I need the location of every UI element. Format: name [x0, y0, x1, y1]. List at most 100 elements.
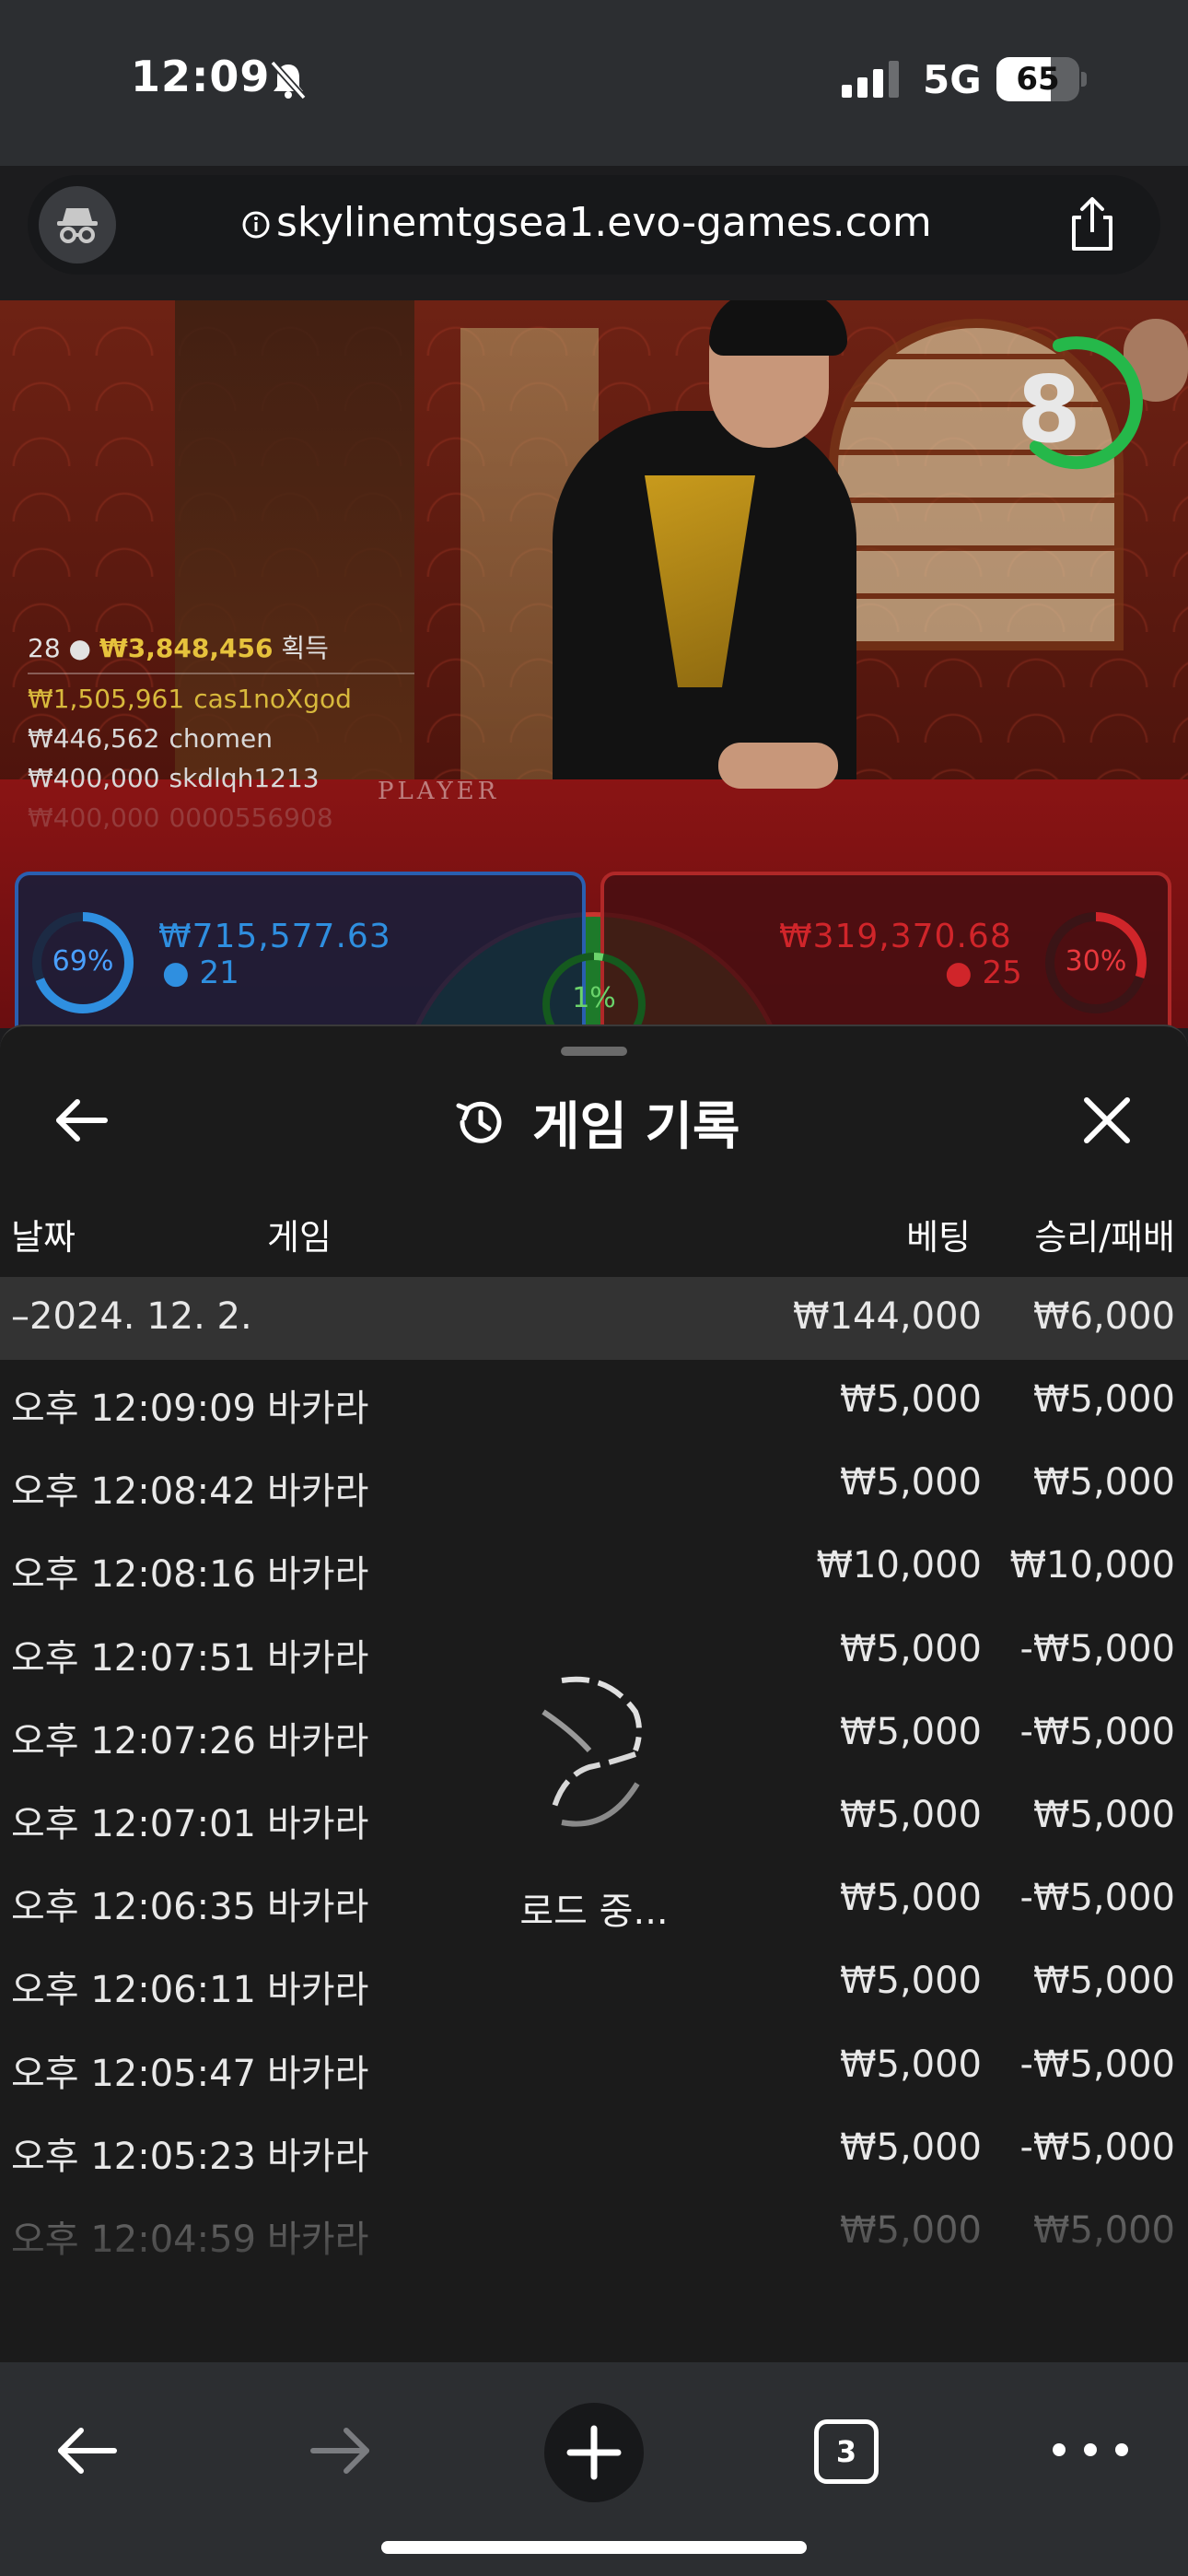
history-game: 바카라 [267, 2136, 369, 2178]
history-bet: ₩5,000 [839, 1794, 982, 1836]
history-game: 바카라 [267, 1553, 369, 1596]
sheet-title: 게임 기록 [532, 1097, 740, 1157]
bell-slash-icon [270, 60, 307, 100]
history-time: 오후 12:08:16 [11, 1553, 256, 1596]
history-row[interactable]: 오후 12:08:16 바카라 ₩10,000 ₩10,000 [0, 1526, 1188, 1609]
person-icon: ● [162, 954, 200, 991]
history-time: 오후 12:07:01 [11, 1803, 256, 1845]
person-icon: ● [945, 954, 983, 991]
tie-percent: 1% [572, 982, 616, 1014]
network-label: 5G [923, 57, 982, 102]
info-icon[interactable] [241, 210, 271, 240]
history-icon [456, 1101, 502, 1143]
battery-level: 65 [1016, 61, 1060, 98]
history-time: 오후 12:07:51 [11, 1637, 256, 1680]
date-group-row[interactable]: –2024. 12. 2. ₩144,000 ₩6,000 [0, 1277, 1188, 1360]
history-game: 바카라 [267, 1637, 369, 1680]
group-date: –2024. 12. 2. [11, 1295, 252, 1338]
player-bet-amount: ₩715,577.63 [158, 918, 391, 955]
history-result: ₩5,000 [1032, 1960, 1175, 2002]
history-bet: ₩5,000 [839, 2126, 982, 2169]
share-icon[interactable] [1065, 195, 1120, 254]
loading-text: 로드 중... [519, 1891, 669, 1933]
history-result: -₩5,000 [1019, 1628, 1176, 1670]
player-percent: 69% [52, 945, 114, 978]
banker-bettor-count: ● 25 [945, 954, 1022, 991]
column-header-result[interactable]: 승리/패배 [995, 1209, 1175, 1259]
history-time: 오후 12:06:11 [11, 1969, 256, 2011]
history-game: 바카라 [267, 1803, 369, 1845]
tab-switcher-button[interactable]: 3 [814, 2419, 879, 2484]
history-game: 바카라 [267, 2053, 369, 2095]
history-bet: ₩5,000 [839, 1877, 982, 1919]
history-bet: ₩5,000 [839, 1711, 982, 1753]
group-bet-total: ₩144,000 [793, 1295, 982, 1338]
history-game: 바카라 [267, 1720, 369, 1762]
winners-header: 28 ● ₩3,848,456 획득 [28, 628, 414, 674]
history-result: ₩5,000 [1032, 1461, 1175, 1504]
history-bet: ₩5,000 [839, 1378, 982, 1421]
url-text[interactable]: skylinemtgsea1.evo-games.com [276, 199, 932, 246]
history-bet: ₩10,000 [816, 1544, 982, 1587]
new-tab-button[interactable] [544, 2403, 644, 2502]
history-bet: ₩5,000 [839, 1628, 982, 1670]
countdown-timer: 8 [1017, 356, 1081, 463]
more-menu-icon[interactable] [1046, 2436, 1135, 2464]
plus-icon [566, 2425, 622, 2480]
history-result: -₩5,000 [1019, 2043, 1176, 2086]
person-icon: ● [68, 633, 91, 663]
history-result: ₩5,000 [1032, 1794, 1175, 1836]
history-row[interactable]: 오후 12:05:47 바카라 ₩5,000 -₩5,000 [0, 2025, 1188, 2108]
history-row[interactable]: 오후 12:06:11 바카라 ₩5,000 ₩5,000 [0, 1941, 1188, 2024]
winner-row: ₩1,505,961 cas1noXgod [28, 684, 352, 714]
player-bettor-count: ● 21 [162, 954, 239, 991]
banker-bet-amount: ₩319,370.68 [779, 918, 1012, 955]
history-row[interactable]: 오후 12:08:42 바카라 ₩5,000 ₩5,000 [0, 1443, 1188, 1526]
history-time: 오후 12:09:09 [11, 1388, 256, 1430]
group-result-total: ₩6,000 [1032, 1295, 1175, 1338]
history-row[interactable]: 오후 12:05:23 바카라 ₩5,000 -₩5,000 [0, 2108, 1188, 2191]
history-game: 바카라 [267, 1470, 369, 1513]
winners-count: 28 [28, 633, 61, 663]
history-bet: ₩5,000 [839, 2043, 982, 2086]
signal-icon [842, 61, 899, 98]
column-header-bet[interactable]: 베팅 [829, 1209, 971, 1259]
history-row[interactable]: 오후 12:09:09 바카라 ₩5,000 ₩5,000 [0, 1360, 1188, 1443]
history-result: -₩5,000 [1019, 2126, 1176, 2169]
loading-spinner-icon [542, 1676, 642, 1827]
history-time: 오후 12:07:26 [11, 1720, 256, 1762]
winner-row: ₩400,000 0000556908 [28, 802, 333, 833]
winner-row: ₩446,562 chomen [28, 723, 274, 754]
winners-suffix: 획득 [281, 633, 329, 663]
status-bar: 12:09 5G 65 [0, 0, 1188, 166]
history-game: 바카라 [267, 1969, 369, 2011]
history-game: 바카라 [267, 1388, 369, 1430]
winners-list: 28 ● ₩3,848,456 획득 ₩1,505,961 cas1noXgod … [28, 628, 414, 833]
history-time: 오후 12:05:47 [11, 2053, 256, 2095]
close-icon[interactable] [1079, 1093, 1135, 1148]
browser-back-icon[interactable] [53, 2418, 120, 2484]
sheet-drag-handle[interactable] [561, 1047, 627, 1056]
history-bet: ₩5,000 [839, 1960, 982, 2002]
history-time: 오후 12:05:23 [11, 2136, 256, 2178]
history-result: -₩5,000 [1019, 1877, 1176, 1919]
history-time: 오후 12:08:42 [11, 1470, 256, 1513]
history-time: 오후 12:06:35 [11, 1886, 256, 1928]
history-result: ₩5,000 [1032, 1378, 1175, 1421]
history-bet: ₩5,000 [839, 1461, 982, 1504]
history-result: ₩10,000 [1009, 1544, 1175, 1587]
history-game: 바카라 [267, 1886, 369, 1928]
browser-forward-icon[interactable] [308, 2418, 374, 2484]
home-indicator[interactable] [381, 2541, 807, 2554]
winner-row: ₩400,000 skdlqh1213 [28, 763, 320, 793]
status-time: 12:09 [131, 52, 271, 101]
back-arrow-icon[interactable] [52, 1091, 111, 1150]
winners-total: ₩3,848,456 [99, 633, 274, 663]
address-bar[interactable]: skylinemtgsea1.evo-games.com [28, 175, 1160, 275]
column-header-game[interactable]: 게임 [267, 1209, 332, 1259]
banker-percent: 30% [1065, 945, 1127, 978]
column-header-date[interactable]: 날짜 [11, 1209, 76, 1259]
battery-icon: 65 [996, 57, 1087, 101]
incognito-icon[interactable] [39, 186, 116, 263]
history-result: -₩5,000 [1019, 1711, 1176, 1753]
